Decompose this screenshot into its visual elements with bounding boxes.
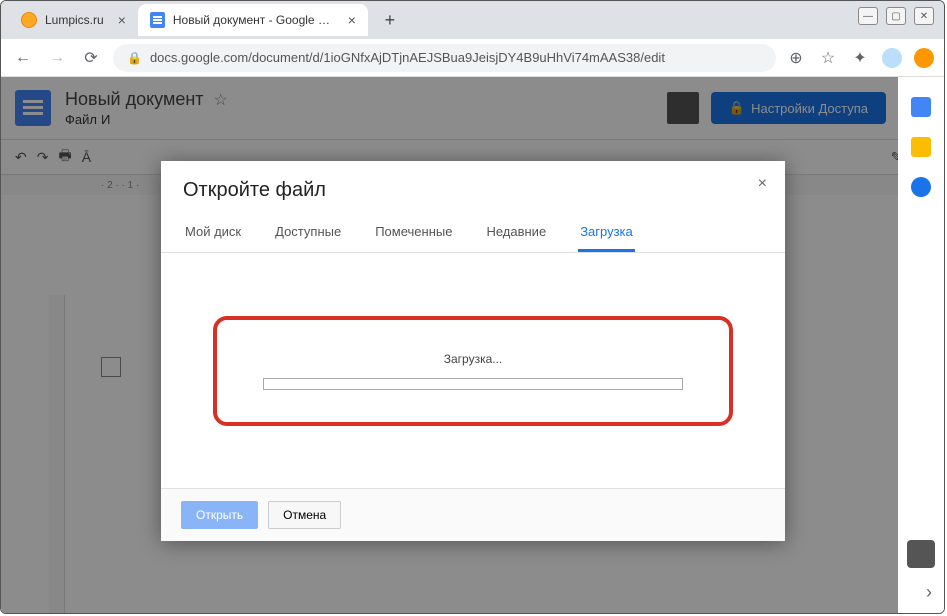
bookmark-star-icon[interactable]: ☆ [818,48,838,68]
browser-tab-lumpics[interactable]: Lumpics.ru × [9,4,138,36]
tab-starred[interactable]: Помеченные [373,216,454,252]
back-button[interactable]: ← [11,46,35,70]
progress-bar [263,378,683,390]
explore-icon[interactable] [907,540,935,568]
tab-shared[interactable]: Доступные [273,216,343,252]
open-button[interactable]: Открыть [181,501,258,529]
keep-icon[interactable] [911,137,931,157]
calendar-icon[interactable] [911,97,931,117]
reload-button[interactable]: ⟳ [79,46,103,70]
open-file-dialog: Откройте файл × Мой диск Доступные Помеч… [161,161,785,541]
tab-title: Lumpics.ru [45,13,104,27]
tab-my-drive[interactable]: Мой диск [183,216,243,252]
window-maximize[interactable]: ▢ [886,7,906,25]
url-text: docs.google.com/document/d/1ioGNfxAjDTjn… [150,50,665,65]
dialog-close-button[interactable]: × [758,175,767,193]
close-icon[interactable]: × [118,12,126,28]
upload-progress-area: Загрузка... [213,316,733,426]
window-minimize[interactable]: — [858,7,878,25]
profile-avatar[interactable] [882,48,902,68]
new-tab-button[interactable]: + [376,6,404,34]
uploading-label: Загрузка... [444,352,503,366]
tab-upload[interactable]: Загрузка [578,216,635,252]
dialog-title: Откройте файл [161,161,785,210]
side-panel: › [898,77,944,613]
extension-icon[interactable] [914,48,934,68]
cancel-button[interactable]: Отмена [268,501,341,529]
search-icon[interactable]: ⊕ [786,48,806,68]
window-close[interactable]: ✕ [914,7,934,25]
extensions-icon[interactable]: ✦ [850,48,870,68]
close-icon[interactable]: × [348,12,356,28]
browser-tab-docs[interactable]: Новый документ - Google Доку × [138,4,368,36]
lock-icon: 🔒 [127,51,142,65]
tab-title: Новый документ - Google Доку [173,13,334,27]
forward-button[interactable]: → [45,46,69,70]
tasks-icon[interactable] [911,177,931,197]
address-bar[interactable]: 🔒 docs.google.com/document/d/1ioGNfxAjDT… [113,44,776,72]
tab-recent[interactable]: Недавние [484,216,548,252]
favicon-lumpics [21,12,37,28]
favicon-docs [150,12,165,28]
chevron-right-icon[interactable]: › [926,582,932,603]
